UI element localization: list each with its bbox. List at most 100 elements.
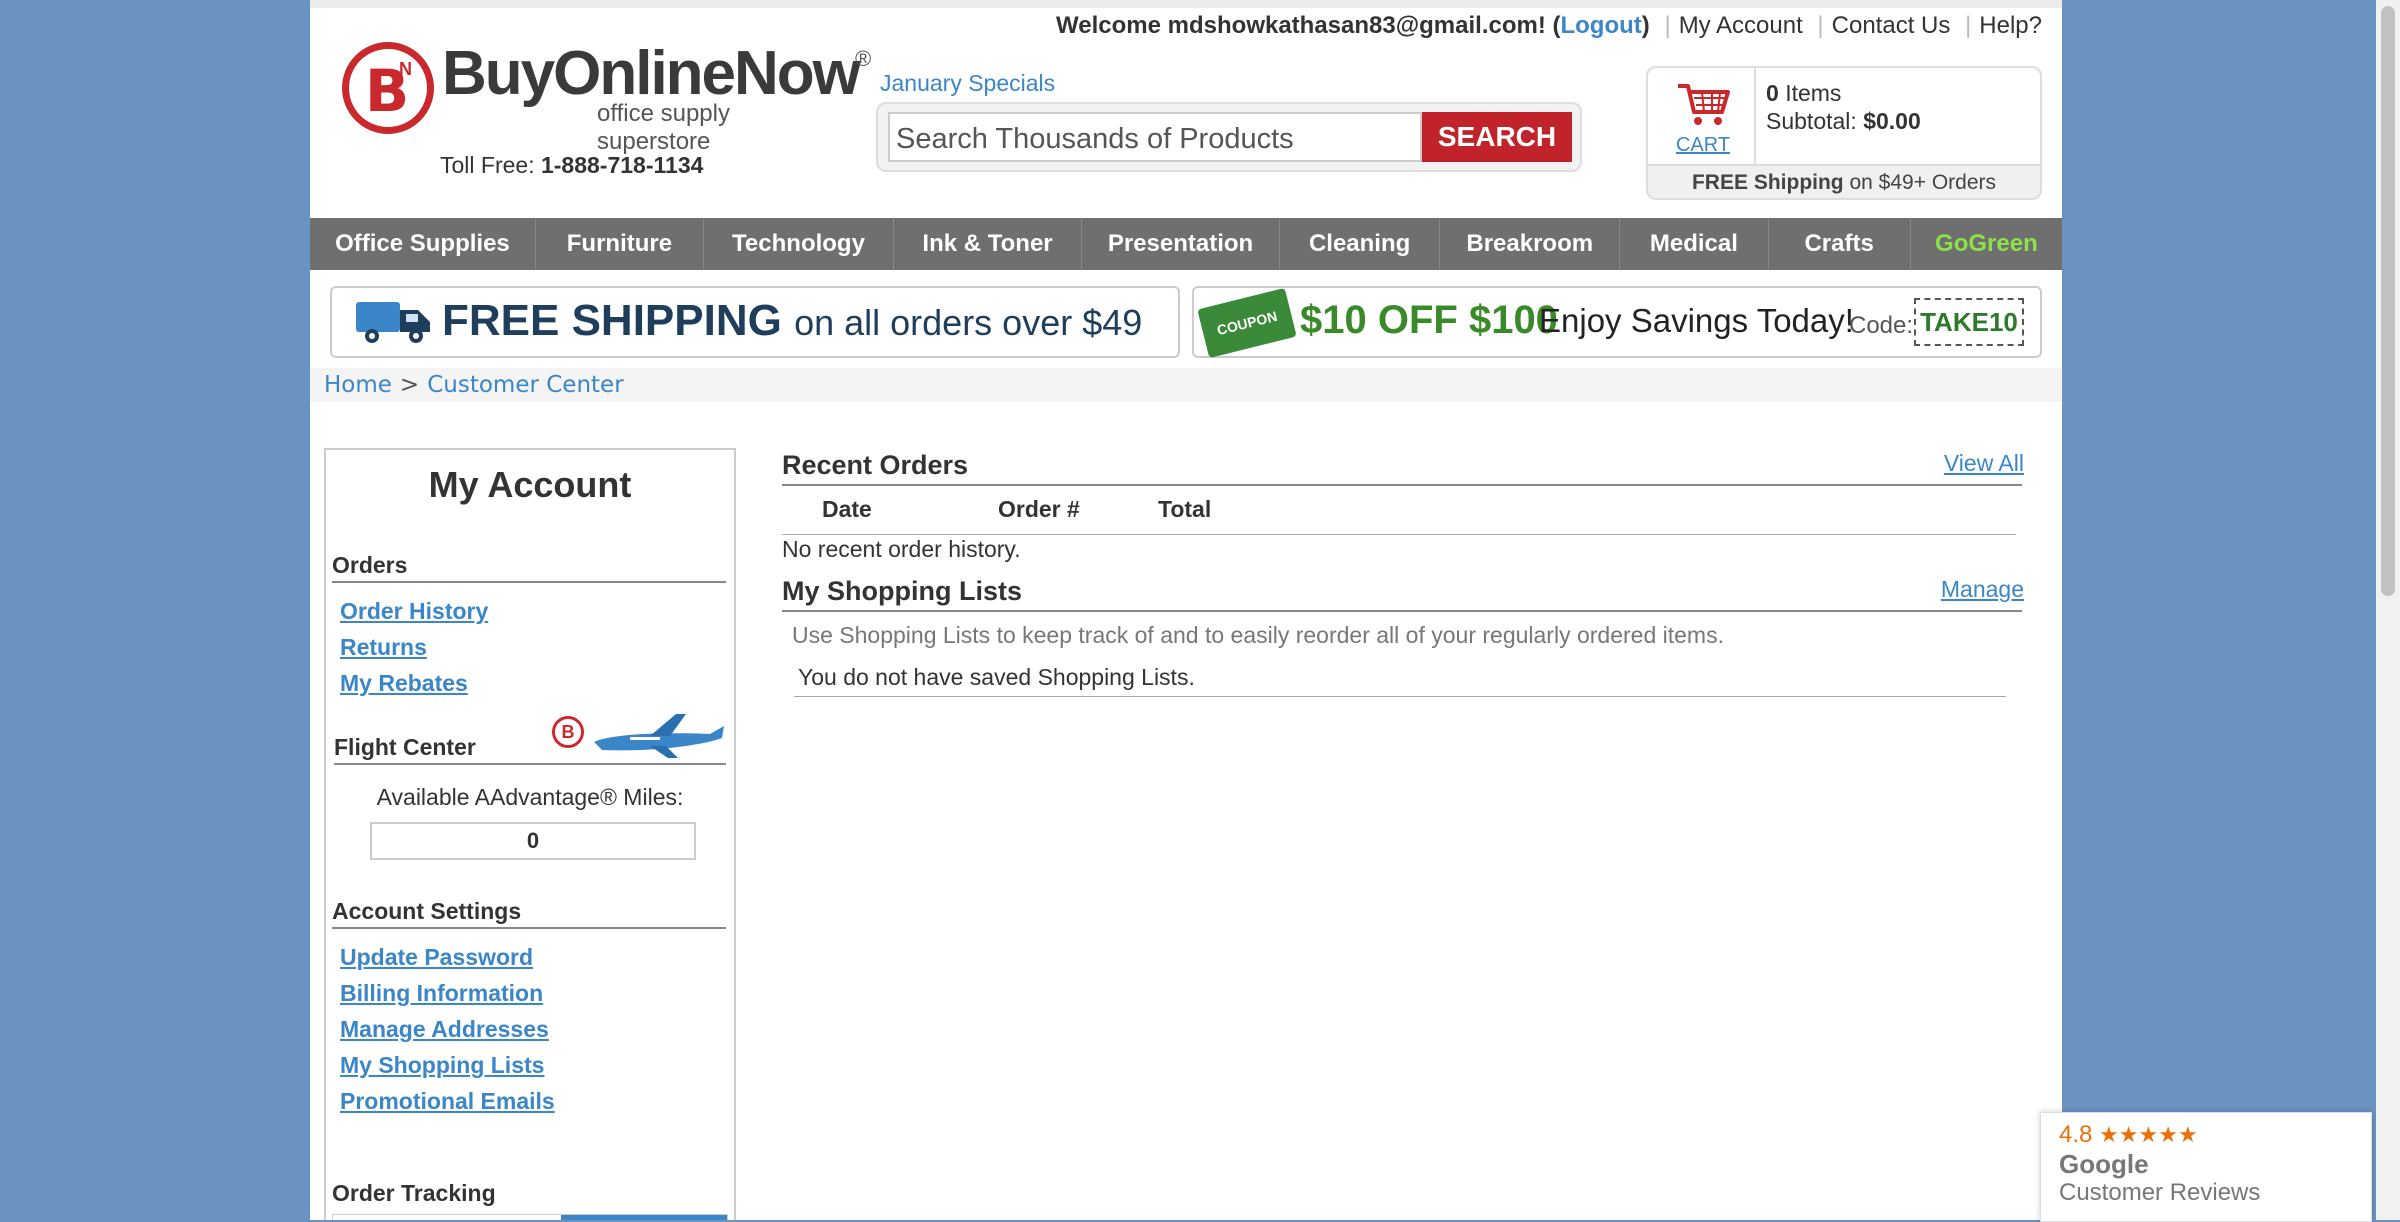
shipping-banner-bold: FREE SHIPPING bbox=[442, 296, 782, 345]
brand-name: BuyOnlineNow bbox=[442, 39, 861, 108]
search-input[interactable]: Search Thousands of Products bbox=[888, 112, 1422, 162]
cart-items-count: 0 bbox=[1766, 80, 1779, 106]
separator: | bbox=[1965, 12, 1972, 39]
free-shipping-banner[interactable]: FREE SHIPPING on all orders over $49 bbox=[330, 286, 1180, 358]
nav-medical[interactable]: Medical bbox=[1620, 218, 1769, 270]
january-specials-link[interactable]: January Specials bbox=[880, 70, 1055, 97]
breadcrumb-trail: Home > Customer Center bbox=[324, 372, 624, 398]
order-tracking-button[interactable] bbox=[561, 1215, 727, 1220]
account-sidebar: My Account Orders Order History Returns … bbox=[324, 448, 736, 1220]
view-all-link[interactable]: View All bbox=[1944, 450, 2024, 477]
cart-link[interactable]: CART bbox=[1658, 76, 1748, 164]
delivery-truck-icon bbox=[356, 302, 430, 343]
breadcrumb-current[interactable]: Customer Center bbox=[427, 372, 623, 398]
toll-free-number: 1-888-718-1134 bbox=[540, 152, 704, 178]
coupon-code-label: Code: bbox=[1849, 312, 1914, 339]
logo-mark-icon: B N bbox=[342, 42, 434, 134]
nav-ink-toner[interactable]: Ink & Toner bbox=[894, 218, 1083, 270]
recent-orders-rule bbox=[782, 484, 2022, 486]
table-header-rule bbox=[782, 534, 2016, 535]
shopping-lists-hint: Use Shopping Lists to keep track of and … bbox=[792, 622, 1724, 648]
subtotal-label: Subtotal: bbox=[1766, 108, 1857, 134]
sidebar-title: My Account bbox=[428, 464, 632, 505]
flight-center-graphic: B bbox=[552, 706, 732, 766]
cart-items: 0 Items bbox=[1766, 80, 1841, 107]
google-brand: Google bbox=[2059, 1149, 2149, 1179]
coupon-banner[interactable]: COUPON $10 OFF $100 Enjoy Savings Today!… bbox=[1192, 286, 2042, 359]
help-link[interactable]: Help? bbox=[1979, 12, 2042, 39]
no-orders-text: No recent order history. bbox=[782, 536, 1021, 562]
rating-value: 4.8 bbox=[2059, 1121, 2093, 1148]
coupon-enjoy-text: Enjoy Savings Today! bbox=[1539, 302, 1854, 339]
contact-us-link[interactable]: Contact Us bbox=[1832, 12, 1951, 39]
page-scrollbar[interactable] bbox=[2376, 0, 2400, 1220]
coupon-offer: $10 OFF $100 bbox=[1300, 298, 1558, 342]
breadcrumb-home[interactable]: Home bbox=[324, 372, 392, 398]
no-lists-text: You do not have saved Shopping Lists. bbox=[798, 664, 1195, 690]
my-rebates-link[interactable]: My Rebates bbox=[340, 670, 468, 697]
nav-presentation[interactable]: Presentation bbox=[1082, 218, 1281, 270]
cart-divider bbox=[1754, 68, 1756, 164]
shopping-lists-bottom-rule bbox=[794, 696, 2006, 697]
category-nav: Office Supplies Furniture Technology Ink… bbox=[310, 218, 2062, 270]
logo-mark-small: N bbox=[399, 59, 412, 79]
returns-link[interactable]: Returns bbox=[340, 634, 427, 661]
bn-logo-icon: B bbox=[552, 716, 584, 748]
nav-crafts[interactable]: Crafts bbox=[1769, 218, 1911, 270]
free-shipping-rest: on $49+ Orders bbox=[1849, 171, 1996, 194]
logout-link[interactable]: Logout bbox=[1560, 12, 1641, 39]
account-settings-heading: Account Settings bbox=[332, 898, 726, 929]
nav-gogreen[interactable]: GoGreen bbox=[1911, 218, 2062, 270]
order-tracking-heading: Order Tracking bbox=[332, 1180, 496, 1206]
orders-heading: Orders bbox=[332, 552, 726, 583]
toll-free: Toll Free: 1-888-718-1134 bbox=[440, 152, 703, 179]
manage-lists-link[interactable]: Manage bbox=[1941, 576, 2024, 603]
separator: | bbox=[1664, 12, 1671, 39]
cart-summary[interactable]: CART 0 Items Subtotal: $0.00 FREE Shippi… bbox=[1646, 66, 2042, 200]
scrollbar-thumb[interactable] bbox=[2381, 6, 2395, 596]
site-logo[interactable]: B N BuyOnlineNow ® office supply superst… bbox=[342, 39, 871, 155]
search-bar: Search Thousands of Products SEARCH bbox=[876, 102, 1582, 172]
recent-orders-title: Recent Orders bbox=[782, 450, 969, 480]
cart-subtotal: Subtotal: $0.00 bbox=[1766, 108, 1921, 135]
welcome-bar: Welcome mdshowkathasan83@gmail.com! (Log… bbox=[1056, 12, 2042, 40]
page: Welcome mdshowkathasan83@gmail.com! (Log… bbox=[310, 0, 2062, 1220]
shopping-lists-title: My Shopping Lists bbox=[782, 576, 1022, 606]
nav-technology[interactable]: Technology bbox=[704, 218, 895, 270]
welcome-text: Welcome mdshowkathasan83@gmail.com! ( bbox=[1056, 12, 1561, 39]
nav-office-supplies[interactable]: Office Supplies bbox=[310, 218, 536, 270]
col-date: Date bbox=[822, 496, 872, 522]
free-shipping-note: FREE Shipping on $49+ Orders bbox=[1648, 164, 2040, 198]
order-history-link[interactable]: Order History bbox=[340, 598, 488, 625]
my-account-link[interactable]: My Account bbox=[1679, 12, 1803, 39]
col-order-number: Order # bbox=[998, 496, 1080, 522]
promotional-emails-link[interactable]: Promotional Emails bbox=[340, 1088, 555, 1115]
nav-breakroom[interactable]: Breakroom bbox=[1440, 218, 1621, 270]
breadcrumb: Home > Customer Center bbox=[310, 368, 2062, 402]
coupon-ticket-icon: COUPON bbox=[1197, 287, 1297, 359]
top-strip bbox=[310, 0, 2062, 8]
miles-label: Available AAdvantage® Miles: bbox=[376, 784, 684, 810]
nav-cleaning[interactable]: Cleaning bbox=[1280, 218, 1441, 270]
miles-value: 0 bbox=[370, 822, 696, 860]
separator: | bbox=[1817, 12, 1824, 39]
shopping-lists-rule bbox=[782, 610, 2022, 612]
nav-furniture[interactable]: Furniture bbox=[536, 218, 704, 270]
col-total: Total bbox=[1158, 496, 1212, 522]
google-reviews-badge[interactable]: 4.8 ★★★★★ Google Customer Reviews bbox=[2040, 1112, 2372, 1222]
welcome-suffix: ) bbox=[1641, 12, 1650, 39]
customer-reviews-label: Customer Reviews bbox=[2059, 1179, 2261, 1206]
cart-label[interactable]: CART bbox=[1658, 134, 1748, 157]
search-button[interactable]: SEARCH bbox=[1422, 112, 1572, 162]
manage-addresses-link[interactable]: Manage Addresses bbox=[340, 1016, 549, 1043]
registered-mark: ® bbox=[855, 46, 872, 71]
order-tracking-input[interactable] bbox=[332, 1214, 728, 1220]
my-shopping-lists-link[interactable]: My Shopping Lists bbox=[340, 1052, 544, 1079]
brand-tagline: office supply superstore bbox=[597, 100, 730, 155]
toll-free-label: Toll Free: bbox=[440, 152, 535, 178]
update-password-link[interactable]: Update Password bbox=[340, 944, 533, 971]
billing-information-link[interactable]: Billing Information bbox=[340, 980, 543, 1007]
shipping-banner-text: FREE SHIPPING on all orders over $49 bbox=[442, 296, 1142, 346]
free-shipping-bold: FREE Shipping bbox=[1691, 171, 1844, 194]
shopping-cart-icon bbox=[1678, 84, 1730, 125]
